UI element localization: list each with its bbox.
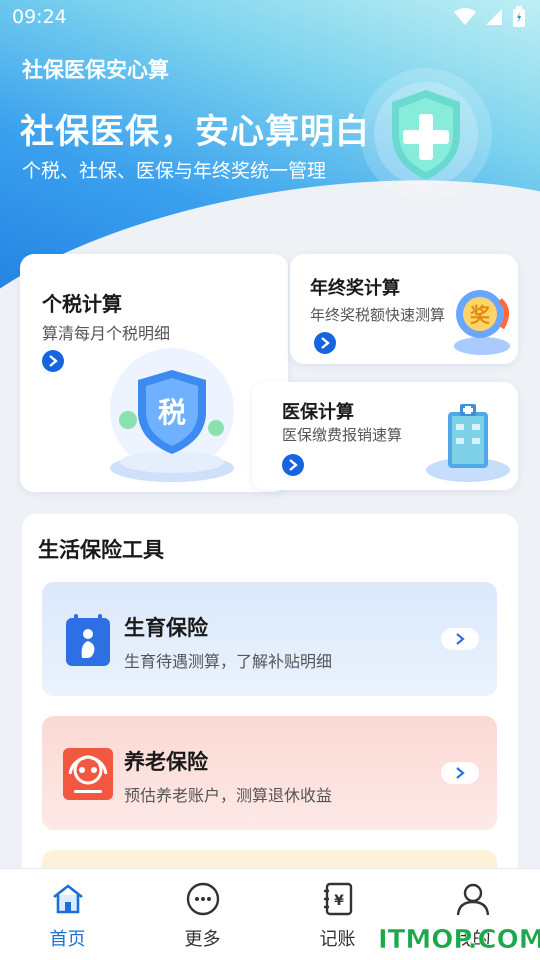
signal-icon — [486, 9, 502, 25]
user-icon — [456, 883, 490, 916]
maternity-go-button[interactable] — [441, 628, 479, 650]
tax-card-title: 个税计算 — [42, 292, 122, 316]
medical-card-subtitle: 医保缴费报销速算 — [282, 426, 403, 444]
tax-badge: 税 — [158, 396, 186, 429]
pension-desc: 预估养老账户，测算退休收益 — [124, 786, 333, 805]
bonus-badge: 奖 — [470, 303, 491, 327]
status-time: 09:24 — [12, 6, 67, 28]
shield-cross-icon — [360, 68, 492, 200]
tab-home[interactable]: 首页 — [0, 869, 135, 960]
home-icon — [53, 884, 83, 914]
pension-elder-icon — [63, 748, 113, 800]
status-icons — [454, 6, 526, 28]
chevron-right-icon — [49, 355, 58, 367]
chevron-right-icon — [321, 337, 330, 349]
svg-text:¥: ¥ — [334, 893, 344, 909]
chevron-right-icon — [456, 633, 465, 645]
battery-icon — [513, 6, 525, 27]
hospital-building-illustration — [426, 404, 510, 482]
pension-insurance-item[interactable]: 养老保险 预估养老账户，测算退休收益 — [42, 716, 497, 830]
bonus-card-title: 年终奖计算 — [310, 278, 400, 299]
maternity-title: 生育保险 — [124, 616, 208, 640]
pension-go-button[interactable] — [441, 762, 479, 784]
tax-go-button[interactable] — [42, 350, 64, 372]
ledger-icon: ¥ — [324, 882, 353, 916]
medical-calc-card[interactable]: 医保计算 医保缴费报销速算 — [252, 382, 518, 490]
life-insurance-tools-panel: 生活保险工具 生育保险 生育待遇测算，了解补贴明细 养老保险 预估养老账户，测算… — [22, 514, 518, 894]
tab-more[interactable]: 更多 — [135, 869, 270, 960]
watermark-logo: ITMOP.COM — [378, 925, 540, 956]
medical-go-button[interactable] — [282, 454, 304, 476]
maternity-insurance-item[interactable]: 生育保险 生育待遇测算，了解补贴明细 — [42, 582, 497, 696]
tax-calc-card[interactable]: 个税计算 算清每月个税明细 税 — [20, 254, 288, 492]
wifi-icon — [454, 8, 476, 25]
maternity-desc: 生育待遇测算，了解补贴明细 — [124, 652, 333, 671]
pension-title: 养老保险 — [124, 750, 208, 774]
tax-shield-illustration: 税 — [110, 348, 234, 482]
medical-card-title: 医保计算 — [282, 402, 354, 423]
tab-more-label: 更多 — [184, 929, 221, 950]
chevron-right-icon — [289, 459, 298, 471]
tab-home-label: 首页 — [49, 929, 86, 950]
more-chat-icon — [186, 882, 220, 916]
watermark-text: ITMOP.COM — [378, 925, 540, 955]
status-bar: 09:24 — [0, 0, 540, 36]
chevron-right-icon — [456, 767, 465, 779]
app-title: 社保医保安心算 — [22, 58, 169, 82]
bonus-card-subtitle: 年终奖税额快速测算 — [310, 306, 446, 324]
hero-headline: 社保医保，安心算明白 — [20, 112, 370, 152]
bonus-calc-card[interactable]: 年终奖计算 年终奖税额快速测算 奖 — [290, 254, 518, 364]
bonus-coin-illustration: 奖 — [454, 290, 510, 355]
maternity-icon — [66, 614, 110, 666]
bonus-go-button[interactable] — [314, 332, 336, 354]
tools-section-title: 生活保险工具 — [38, 538, 164, 562]
hero-subline: 个税、社保、医保与年终奖统一管理 — [22, 160, 327, 182]
